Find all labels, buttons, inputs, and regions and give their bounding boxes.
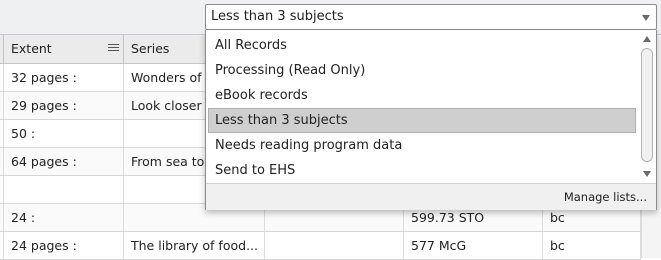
- table-row[interactable]: 24 pages : The library of food... 577 McG b…: [0, 232, 641, 260]
- table-cell-extent[interactable]: 50 :: [4, 120, 124, 147]
- table-cell-extent[interactable]: [4, 176, 124, 203]
- column-menu-icon[interactable]: [108, 44, 119, 54]
- column-header-extent[interactable]: Extent: [4, 35, 124, 64]
- manage-lists-link[interactable]: Manage lists...: [206, 183, 656, 210]
- scrollbar-thumb[interactable]: [641, 48, 653, 162]
- table-cell-call-number[interactable]: 577 McG: [404, 232, 543, 259]
- column-header-label: Extent: [11, 41, 52, 56]
- list-option[interactable]: eBook records: [208, 83, 636, 108]
- table-cell-extent[interactable]: 29 pages :: [4, 92, 124, 119]
- chevron-down-icon[interactable]: [642, 15, 650, 21]
- table-cell-extent[interactable]: 24 pages :: [4, 232, 124, 259]
- scroll-down-arrow-icon[interactable]: [643, 171, 651, 177]
- saved-list-dropdown: All Records Processing (Read Only) eBook r…: [205, 30, 657, 210]
- list-option[interactable]: Processing (Read Only): [208, 58, 636, 83]
- saved-list-select[interactable]: Less than 3 subjects: [205, 4, 657, 30]
- table-cell-series[interactable]: The library of food...: [124, 232, 265, 259]
- table-cell-col3[interactable]: [265, 232, 404, 259]
- saved-list-selected-value: Less than 3 subjects: [211, 9, 344, 24]
- list-option[interactable]: All Records: [208, 33, 636, 58]
- scroll-up-arrow-icon[interactable]: [643, 36, 651, 42]
- table-cell-extent[interactable]: 24 :: [4, 204, 124, 231]
- table-cell-extent[interactable]: 32 pages :: [4, 64, 124, 91]
- table-cell-extent[interactable]: 64 pages :: [4, 148, 124, 175]
- list-option[interactable]: Less than 3 subjects: [208, 108, 636, 133]
- saved-list-options: All Records Processing (Read Only) eBook r…: [206, 30, 640, 183]
- column-header-label: Series: [131, 41, 170, 56]
- list-option[interactable]: Needs reading program data: [208, 133, 636, 158]
- list-option[interactable]: Send to EHS: [208, 158, 636, 183]
- table-cell-col5[interactable]: bc: [543, 232, 641, 259]
- dropdown-scrollbar[interactable]: [640, 32, 654, 181]
